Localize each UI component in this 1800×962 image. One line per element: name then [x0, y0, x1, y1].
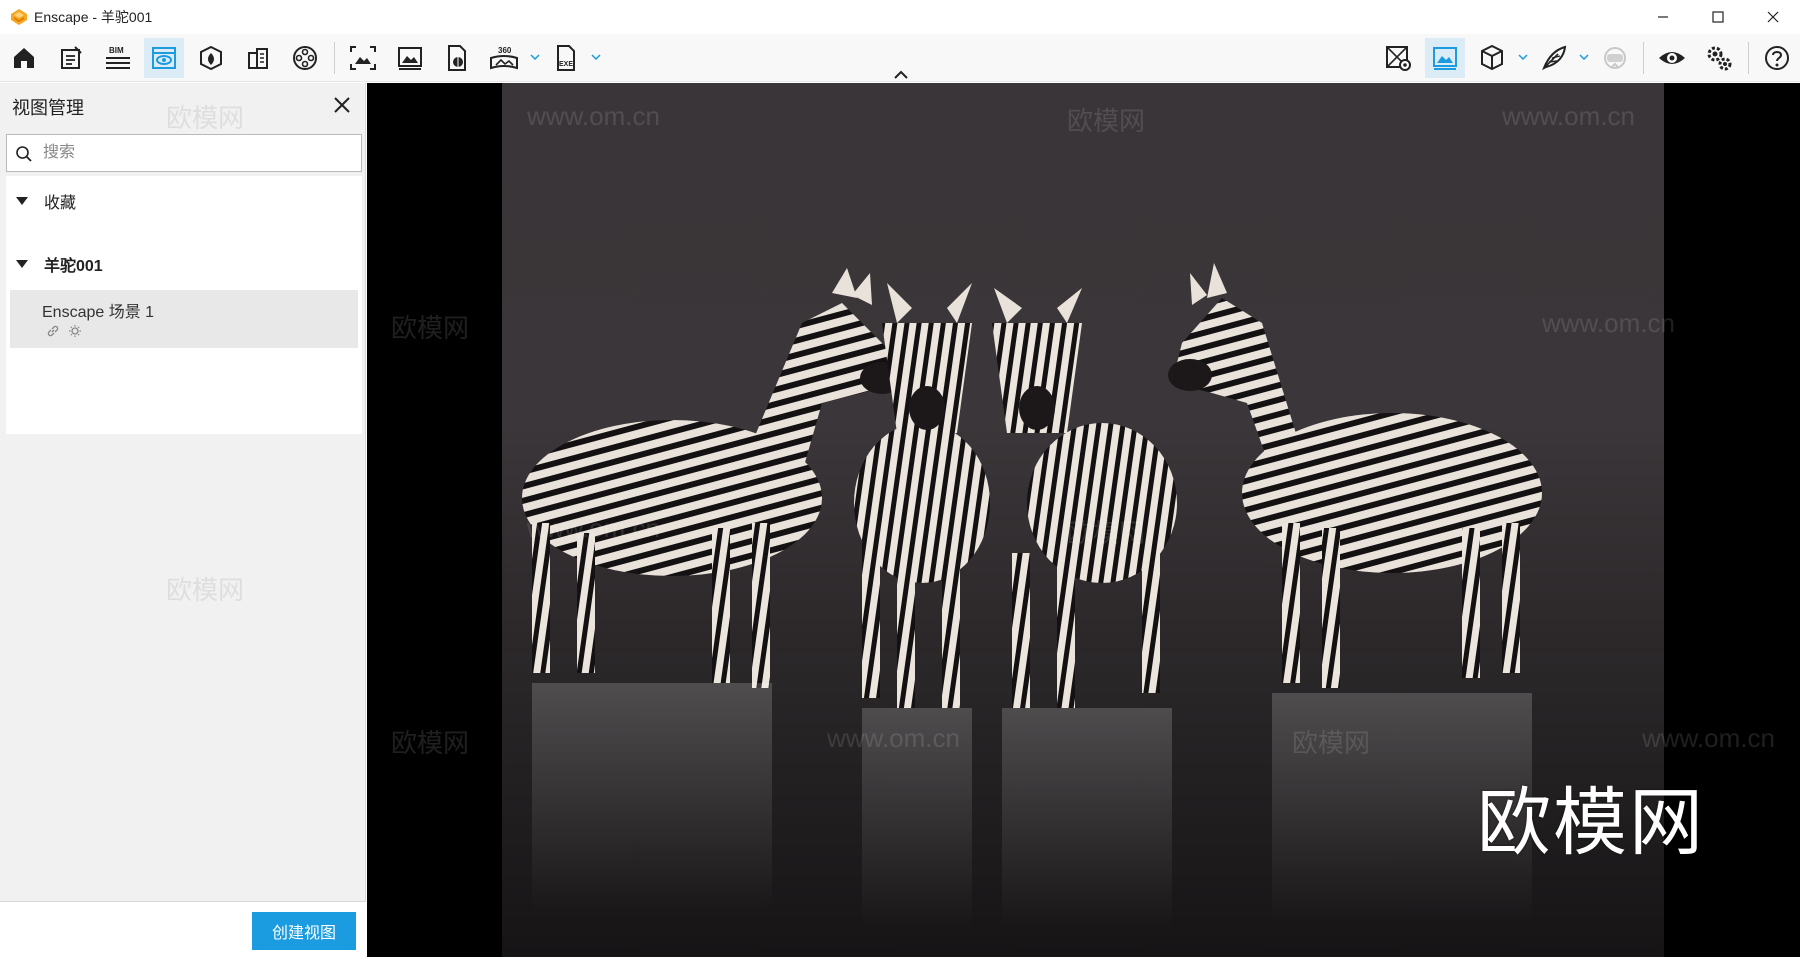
big-watermark: 欧模网 — [1477, 781, 1705, 864]
view-list-item[interactable]: Enscape 场景 1 — [10, 290, 358, 348]
view-name: Enscape 场景 1 — [42, 304, 155, 321]
project-group: 羊驼001 Enscape 场景 1 — [6, 238, 362, 434]
chevron-down-icon — [591, 54, 601, 60]
watermark: 欧模网 — [1292, 728, 1371, 758]
screenshot-button[interactable] — [343, 38, 383, 78]
video-editor-icon — [293, 46, 317, 70]
vr-headset-icon — [1604, 47, 1626, 69]
sun-icon[interactable] — [68, 324, 82, 338]
triangle-down-icon — [16, 197, 28, 205]
toolbar-separator — [334, 42, 335, 74]
panorama-360-icon: 360 — [490, 46, 518, 70]
screenshot-icon — [350, 46, 376, 70]
view-management-button[interactable] — [1378, 38, 1418, 78]
watermark: www.om.cn — [1642, 723, 1775, 753]
chevron-down-icon — [1518, 54, 1528, 60]
bim-button[interactable]: BIM — [98, 38, 138, 78]
project-group-label: 羊驼001 — [44, 258, 103, 275]
export-exe-icon: EXE — [557, 45, 575, 71]
export-web-button[interactable] — [437, 38, 477, 78]
chevron-down-icon — [530, 54, 540, 60]
watermark: www.om.cn — [1502, 101, 1635, 131]
export-exe-dropdown[interactable] — [589, 50, 603, 64]
asset-library-button[interactable] — [191, 38, 231, 78]
create-view-button[interactable]: 创建视图 — [252, 912, 356, 950]
help-button[interactable] — [1757, 38, 1797, 78]
close-icon — [334, 97, 350, 113]
eye-button[interactable] — [1652, 38, 1692, 78]
watermark: 欧模网 — [1067, 106, 1146, 136]
eye-icon — [1659, 52, 1685, 64]
project-group-header[interactable]: 羊驼001 — [6, 238, 362, 290]
collapse-toolbar-icon[interactable] — [893, 68, 909, 80]
bim-label: BIM — [109, 46, 124, 55]
watermark: 欧模网 — [1067, 518, 1146, 548]
panel-close-button[interactable] — [330, 93, 354, 117]
toolbar-separator — [1643, 42, 1644, 74]
cube-icon — [1481, 44, 1503, 71]
favorites-group-label: 收藏 — [44, 195, 77, 212]
search-box[interactable] — [6, 134, 362, 172]
batch-render-icon — [398, 47, 422, 70]
notes-icon — [61, 46, 82, 69]
feather-dropdown[interactable] — [1577, 50, 1591, 64]
feather-button[interactable] — [1534, 38, 1574, 78]
export-web-icon — [448, 45, 466, 71]
vr-headset-button[interactable] — [1595, 38, 1635, 78]
window-title: Enscape - 羊驼001 — [34, 9, 153, 25]
panel-watermark: 欧模网 — [166, 575, 245, 605]
visual-settings-icon — [152, 47, 176, 69]
pano-label: 360 — [498, 46, 512, 55]
maximize-button[interactable] — [1690, 0, 1745, 34]
views-icon — [1433, 47, 1457, 70]
site-context-icon — [248, 48, 268, 69]
cube-button[interactable] — [1472, 38, 1512, 78]
batch-render-button[interactable] — [390, 38, 430, 78]
minimize-button[interactable] — [1635, 0, 1690, 34]
watermark: www.om.cn — [1542, 308, 1675, 338]
close-icon — [1767, 11, 1778, 23]
minimize-icon — [1657, 16, 1668, 18]
visual-settings-button[interactable] — [144, 38, 184, 78]
feather-icon — [1542, 45, 1567, 71]
panel-title: 视图管理 — [12, 98, 84, 118]
toolbar-separator — [1748, 42, 1749, 74]
triangle-down-icon — [16, 260, 28, 268]
render-viewport[interactable]: www.om.cn 欧模网 www.om.cn 欧模网 www.om.cn ww… — [367, 83, 1800, 957]
close-window-button[interactable] — [1745, 0, 1800, 34]
panel-watermark: 欧模网 — [166, 103, 245, 133]
settings-icon — [1707, 46, 1732, 71]
views-button[interactable] — [1425, 38, 1465, 78]
search-icon — [16, 146, 32, 162]
watermark: www.om.cn — [827, 723, 960, 753]
export-exe-button[interactable]: EXE — [546, 38, 586, 78]
watermark: 欧模网 — [391, 313, 470, 343]
home-button[interactable] — [4, 38, 44, 78]
panorama-360-button[interactable]: 360 — [484, 38, 524, 78]
enscape-logo-icon — [11, 9, 27, 25]
link-icon[interactable] — [46, 324, 60, 338]
bim-icon: BIM — [106, 46, 130, 69]
title-bar: Enscape - 羊驼001 — [0, 0, 1800, 34]
exe-label: EXE — [559, 61, 573, 68]
help-icon — [1765, 46, 1789, 70]
search-input[interactable] — [43, 139, 353, 167]
view-management-icon — [1386, 46, 1411, 71]
favorites-group-header[interactable]: 收藏 — [6, 176, 362, 226]
watermark: www.om.cn — [527, 101, 660, 131]
home-icon — [14, 48, 34, 68]
notes-button[interactable] — [51, 38, 91, 78]
video-editor-button[interactable] — [285, 38, 325, 78]
panorama-dropdown[interactable] — [528, 50, 542, 64]
panel-footer: 创建视图 — [0, 901, 366, 962]
view-management-panel: 视图管理 收藏 羊驼001 Enscape 场景 1 创建视图 — [0, 83, 366, 962]
asset-library-icon — [200, 45, 222, 71]
site-context-button[interactable] — [238, 38, 278, 78]
settings-button[interactable] — [1699, 38, 1739, 78]
watermark: 欧模网 — [391, 728, 470, 758]
watermark: www.om.cn — [527, 513, 660, 543]
chevron-down-icon — [1579, 54, 1589, 60]
maximize-icon — [1711, 11, 1724, 23]
cube-dropdown[interactable] — [1516, 50, 1530, 64]
